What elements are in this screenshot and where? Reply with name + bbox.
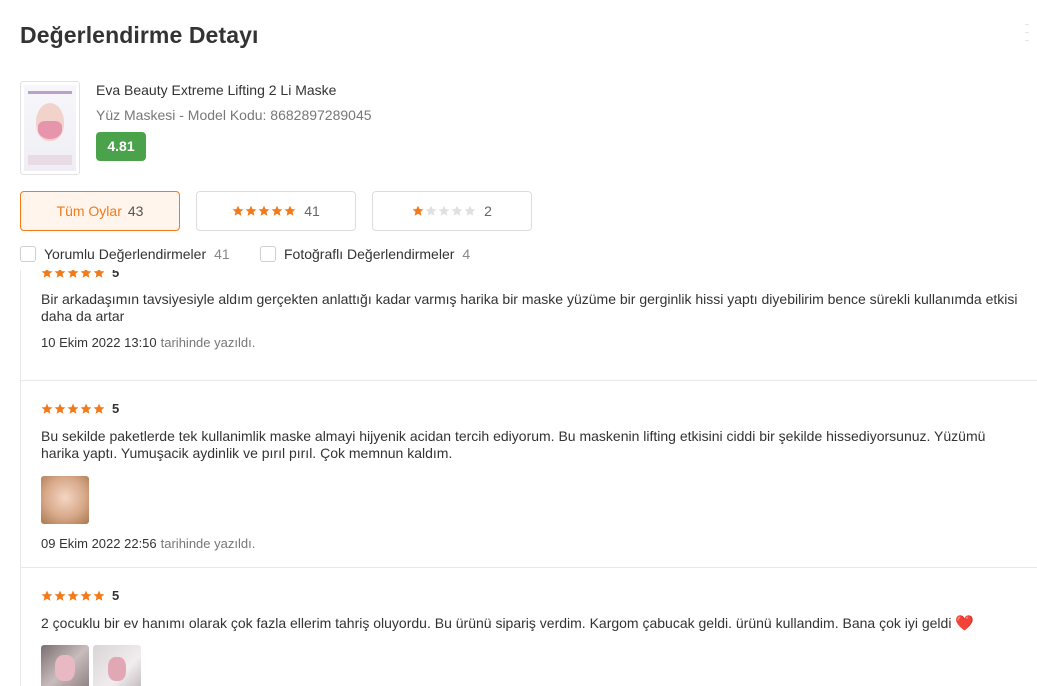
checkbox-count: 4 [462,246,471,262]
review-rating: 5 [41,588,1037,603]
filter-label: Tüm Oylar [56,203,122,219]
star-rating-icon [41,270,105,279]
filter-with-photos[interactable]: Fotoğraflı Değerlendirmeler 4 [260,246,470,262]
review-text: Bu sekilde paketlerde tek kullanimlik ma… [41,428,986,461]
checkbox-label: Fotoğraflı Değerlendirmeler [284,246,455,262]
star-filled-icon [41,403,53,415]
star-filled-icon [41,270,53,279]
product-model-code: Yüz Maskesi - Model Kodu: 8682897289045 [96,107,372,123]
review-rating-value: 5 [112,588,120,603]
filter-count: 2 [484,203,492,219]
star-filled-icon [80,270,92,279]
review-date: 10 Ekim 2022 13:10 tarihinde yazıldı. [41,335,1037,350]
star-filled-icon [54,403,66,415]
review-rating: 5 [41,270,1037,280]
review-date-suffix: tarihinde yazıldı. [160,536,256,551]
star-empty-icon [438,205,450,217]
rating-badge: 4.81 [96,132,146,161]
star-filled-icon [258,205,270,217]
star-filled-icon [80,403,92,415]
review-photo-thumbnail[interactable] [41,476,89,524]
star-rating-icon [41,403,105,415]
star-filled-icon [67,270,79,279]
product-name[interactable]: Eva Beauty Extreme Lifting 2 Li Maske [96,82,336,98]
scroll-indicator [1025,24,1035,48]
filter-count: 43 [127,203,144,219]
star-filled-icon [54,270,66,279]
filter-all-ratings[interactable]: Tüm Oylar 43 [20,191,180,231]
star-filled-icon [41,590,53,602]
star-filled-icon [93,403,105,415]
review-date-value: 10 Ekim 2022 13:10 [41,335,157,350]
star-filled-icon [54,590,66,602]
star-filled-icon [93,590,105,602]
page-title: Değerlendirme Detayı [20,22,259,48]
review-date-value: 09 Ekim 2022 22:56 [41,536,157,551]
star-filled-icon [80,590,92,602]
one-star-rating-icon [412,205,476,217]
star-empty-icon [451,205,463,217]
product-image[interactable] [20,81,80,175]
star-empty-icon [464,205,476,217]
filter-one-star[interactable]: 2 [372,191,532,231]
star-filled-icon [412,205,424,217]
review-photos [41,645,1037,686]
star-rating-icon [41,590,105,602]
review-photos [41,476,1037,524]
star-empty-icon [425,205,437,217]
filter-with-comments[interactable]: Yorumlu Değerlendirmeler 41 [20,246,230,262]
review-item: 5 Bu sekilde paketlerde tek kullanimlik … [21,381,1037,568]
review-list[interactable]: 5 Bir arkadaşımın tavsiyesiyle aldım ger… [20,270,1037,686]
review-photo-thumbnail[interactable] [41,645,89,686]
review-rating: 5 [41,401,1037,416]
star-filled-icon [67,403,79,415]
star-filled-icon [93,270,105,279]
filter-five-stars[interactable]: 41 [196,191,356,231]
star-filled-icon [284,205,296,217]
star-filled-icon [271,205,283,217]
checkbox[interactable] [20,246,36,262]
star-filled-icon [232,205,244,217]
review-item: 5 Bir arkadaşımın tavsiyesiyle aldım ger… [21,270,1037,381]
review-photo-thumbnail[interactable] [93,645,141,686]
checkbox-count: 41 [214,246,230,262]
review-date: 09 Ekim 2022 22:56 tarihinde yazıldı. [41,536,1037,551]
filter-count: 41 [304,203,320,219]
review-rating-value: 5 [112,401,120,416]
five-star-rating-icon [232,205,296,217]
star-filled-icon [245,205,257,217]
checkbox-label: Yorumlu Değerlendirmeler [44,246,207,262]
heart-icon: ❤️ [955,615,975,632]
review-date-suffix: tarihinde yazıldı. [160,335,256,350]
review-text-body: 2 çocuklu bir ev hanımı olarak çok fazla… [41,615,952,631]
review-text: 2 çocuklu bir ev hanımı olarak çok fazla… [41,615,1026,632]
review-rating-value: 5 [112,270,120,280]
star-filled-icon [67,590,79,602]
review-text: Bir arkadaşımın tavsiyesiyle aldım gerçe… [41,291,1018,324]
review-item: 5 2 çocuklu bir ev hanımı olarak çok faz… [21,568,1037,686]
checkbox[interactable] [260,246,276,262]
